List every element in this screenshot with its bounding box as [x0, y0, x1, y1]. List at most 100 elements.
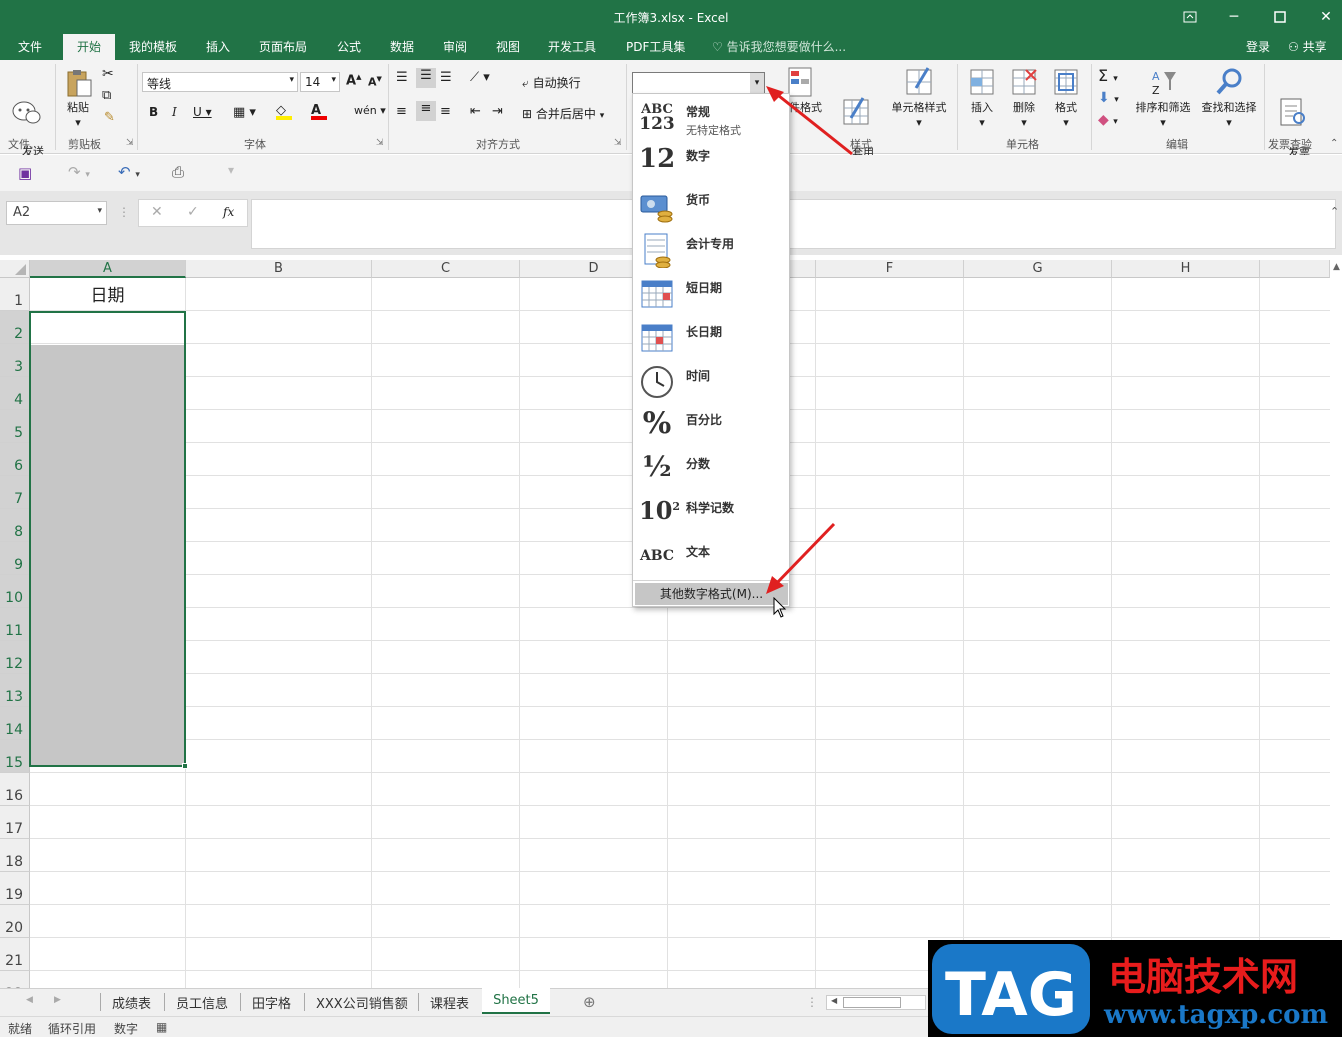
align-center-icon[interactable]: ≡ [416, 101, 436, 121]
tab-file[interactable]: 文件 [18, 38, 42, 55]
insert-cells-button[interactable]: 插入 ▾ [962, 66, 1002, 130]
sort-filter-button[interactable]: AZ 排序和筛选 ▾ [1132, 66, 1194, 130]
paste-button[interactable]: 粘贴 ▾ [60, 68, 96, 130]
dialog-launcher-icon[interactable]: ⇲ [614, 138, 622, 148]
redo-icon[interactable]: ↷ ▾ [68, 163, 90, 181]
fill-color-icon[interactable]: ◇ [276, 103, 292, 120]
row-header[interactable]: 11 [0, 608, 30, 641]
row-header[interactable]: 20 [0, 905, 30, 938]
sheet-tab-schedule[interactable]: 课程表 [430, 993, 469, 1012]
tab-pdf-tools[interactable]: PDF工具集 [626, 38, 685, 55]
increase-indent-icon[interactable]: ⇥ [492, 104, 503, 119]
clear-icon[interactable]: ◆ ▾ [1098, 112, 1118, 128]
column-header[interactable]: B [186, 260, 372, 278]
autosum-icon[interactable]: Σ ▾ [1098, 66, 1118, 85]
row-header[interactable]: 7 [0, 476, 30, 509]
wrap-text-button[interactable]: ⤶ 自动换行 [522, 74, 581, 91]
sheet-tab-scores[interactable]: 成绩表 [112, 993, 151, 1012]
borders-icon[interactable]: ▦ ▾ [233, 105, 256, 120]
tell-me-box[interactable]: ♡ 告诉我您想要做什么... [712, 38, 846, 55]
customize-qat-icon[interactable]: ▾ [228, 163, 234, 177]
format-cells-button[interactable]: 格式 ▾ [1046, 66, 1086, 130]
row-header[interactable]: 3 [0, 344, 30, 377]
share-button[interactable]: ⚇ 共享 [1288, 38, 1327, 55]
scroll-left-icon[interactable]: ◀ [831, 996, 837, 1005]
tab-my-templates[interactable]: 我的模板 [129, 38, 177, 55]
bold-icon[interactable]: B [149, 105, 158, 119]
login-link[interactable]: 登录 [1246, 38, 1270, 55]
save-icon[interactable]: ▣ [18, 164, 32, 182]
ribbon-display-icon[interactable] [1176, 6, 1204, 28]
row-header[interactable]: 6 [0, 443, 30, 476]
cancel-icon[interactable]: ✕ [151, 204, 163, 220]
cell-a1[interactable]: 日期 [30, 279, 185, 312]
orientation-icon[interactable]: ⟋ ▾ [470, 70, 490, 85]
row-header[interactable]: 15 [0, 740, 30, 773]
row-header[interactable]: 5 [0, 410, 30, 443]
find-select-button[interactable]: 查找和选择 ▾ [1198, 66, 1260, 130]
macro-record-icon[interactable]: ▦ [156, 1020, 167, 1034]
format-percent[interactable]: % 百分比 [633, 404, 789, 448]
row-header[interactable]: 10 [0, 575, 30, 608]
format-currency[interactable]: 货币 [633, 184, 789, 228]
row-header[interactable]: 8 [0, 509, 30, 542]
tab-view[interactable]: 视图 [496, 38, 520, 55]
add-sheet-icon[interactable]: ⊕ [583, 993, 596, 1011]
font-color-icon[interactable]: A [311, 103, 327, 120]
horizontal-scrollbar[interactable]: ◀ [826, 995, 926, 1010]
formula-input[interactable] [251, 199, 1336, 249]
format-short-date[interactable]: 短日期 [633, 272, 789, 316]
number-format-select[interactable]: ▾ [632, 72, 765, 94]
row-header[interactable]: 9 [0, 542, 30, 575]
maximize-icon[interactable] [1266, 6, 1294, 28]
scroll-thumb[interactable] [843, 997, 901, 1008]
collapse-ribbon-icon[interactable]: ⌃ [1330, 138, 1338, 149]
row-header[interactable]: 22 [0, 971, 30, 988]
format-accounting[interactable]: 会计专用 [633, 228, 789, 272]
font-size-select[interactable]: 14 ▾ [300, 72, 340, 92]
column-header[interactable]: H [1112, 260, 1260, 278]
delete-cells-button[interactable]: 删除 ▾ [1004, 66, 1044, 130]
row-header[interactable]: 17 [0, 806, 30, 839]
close-icon[interactable]: ✕ [1312, 6, 1340, 28]
copy-icon[interactable]: ⧉ [102, 88, 111, 103]
row-header[interactable]: 16 [0, 773, 30, 806]
print-preview-icon[interactable]: ⎙ [172, 163, 184, 181]
prev-sheet-icon[interactable]: ◀ [26, 995, 33, 1005]
name-box[interactable]: A2 ▾ [6, 201, 107, 225]
cell-styles-button[interactable]: 单元格样式 ▾ [888, 66, 950, 130]
font-name-select[interactable]: 等线 ▾ [142, 72, 298, 92]
decrease-indent-icon[interactable]: ⇤ [470, 104, 481, 119]
row-header[interactable]: 14 [0, 707, 30, 740]
row-header[interactable]: 18 [0, 839, 30, 872]
insert-function-icon[interactable]: fx [223, 205, 234, 219]
italic-icon[interactable]: I [172, 105, 177, 119]
tab-insert[interactable]: 插入 [206, 38, 230, 55]
dialog-launcher-icon[interactable]: ⇲ [126, 138, 134, 148]
sheet-tab-employees[interactable]: 员工信息 [176, 993, 228, 1012]
enter-icon[interactable]: ✓ [187, 204, 199, 220]
fill-icon[interactable]: ⬇ ▾ [1098, 90, 1119, 106]
row-header[interactable]: 2 [0, 311, 30, 344]
dialog-launcher-icon[interactable]: ⇲ [376, 138, 384, 148]
merge-center-button[interactable]: ⊞ 合并后居中 ▾ [522, 105, 604, 122]
column-header[interactable] [1260, 260, 1330, 278]
row-header[interactable]: 21 [0, 938, 30, 971]
shrink-font-icon[interactable]: A▼ [368, 75, 382, 89]
tab-home[interactable]: 开始 [63, 34, 116, 60]
grow-font-icon[interactable]: A▲ [346, 73, 361, 88]
tab-developer[interactable]: 开发工具 [548, 38, 596, 55]
drag-handle-icon[interactable]: ⋮ [118, 205, 130, 219]
row-header[interactable]: 19 [0, 872, 30, 905]
sheet-tab-sales[interactable]: XXX公司销售额 [316, 993, 408, 1012]
tab-page-layout[interactable]: 页面布局 [259, 38, 307, 55]
column-header[interactable]: G [964, 260, 1112, 278]
tab-formulas[interactable]: 公式 [337, 38, 361, 55]
undo-icon[interactable]: ↶ ▾ [118, 163, 140, 181]
sheet-tab-grid[interactable]: 田字格 [252, 993, 291, 1012]
align-middle-icon[interactable]: ☰ [416, 68, 436, 88]
next-sheet-icon[interactable]: ▶ [54, 995, 61, 1005]
sheet-tab-sheet5[interactable]: Sheet5 [482, 988, 550, 1014]
row-header[interactable]: 1 [0, 278, 30, 311]
expand-formula-icon[interactable]: ⌃ [1330, 205, 1339, 218]
